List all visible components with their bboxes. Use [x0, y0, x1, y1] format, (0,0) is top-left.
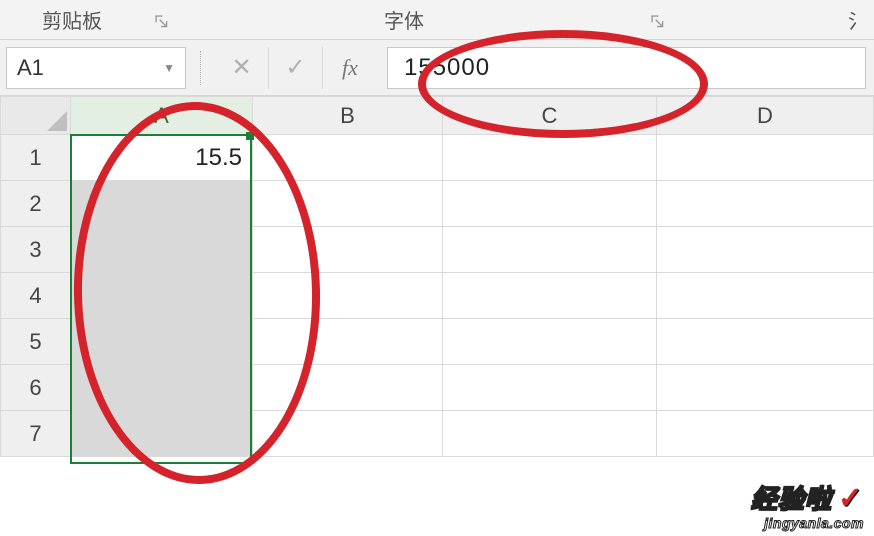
check-icon: ✓ — [285, 53, 305, 82]
cell-B6[interactable] — [253, 365, 443, 411]
row-header-2[interactable]: 2 — [1, 181, 71, 227]
cell-A5[interactable] — [71, 319, 253, 365]
row-header-3[interactable]: 3 — [1, 227, 71, 273]
cell-D2[interactable] — [657, 181, 874, 227]
cell-B7[interactable] — [253, 411, 443, 457]
cell-D7[interactable] — [657, 411, 874, 457]
cell-B2[interactable] — [253, 181, 443, 227]
clipboard-launcher-icon[interactable] — [152, 12, 170, 30]
cell-A2[interactable] — [71, 181, 253, 227]
cell-B1[interactable] — [253, 135, 443, 181]
cell-A1[interactable]: 15.5 — [71, 135, 253, 181]
cell-A4[interactable] — [71, 273, 253, 319]
name-box-value: A1 — [17, 55, 44, 81]
cell-C7[interactable] — [443, 411, 657, 457]
row-header-5[interactable]: 5 — [1, 319, 71, 365]
separator — [200, 51, 201, 85]
cell-A3[interactable] — [71, 227, 253, 273]
row-header-7[interactable]: 7 — [1, 411, 71, 457]
fx-icon: fx — [342, 55, 358, 81]
column-header-A[interactable]: A — [71, 97, 253, 135]
cell-D5[interactable] — [657, 319, 874, 365]
font-group-label: 字体 — [384, 5, 424, 34]
ribbon-group-labels: 剪贴板 字体 氵 — [0, 0, 874, 40]
spreadsheet-grid[interactable]: A B C D 1 15.5 2 3 4 — [0, 96, 874, 536]
cell-B3[interactable] — [253, 227, 443, 273]
cell-D4[interactable] — [657, 273, 874, 319]
clipboard-group-label: 剪贴板 — [42, 5, 102, 34]
cell-D3[interactable] — [657, 227, 874, 273]
cell-C5[interactable] — [443, 319, 657, 365]
cell-C6[interactable] — [443, 365, 657, 411]
formula-bar: A1 ▼ ✕ ✓ fx 155000 — [0, 40, 874, 96]
accept-button[interactable]: ✓ — [269, 47, 323, 89]
cell-D6[interactable] — [657, 365, 874, 411]
formula-value: 155000 — [404, 54, 490, 82]
name-box[interactable]: A1 ▼ — [6, 47, 186, 89]
column-header-B[interactable]: B — [253, 97, 443, 135]
truncated-group-label: 氵 — [848, 5, 868, 34]
font-launcher-icon[interactable] — [648, 12, 666, 30]
cell-C3[interactable] — [443, 227, 657, 273]
column-header-C[interactable]: C — [443, 97, 657, 135]
row-header-1[interactable]: 1 — [1, 135, 71, 181]
cell-B5[interactable] — [253, 319, 443, 365]
cell-C1[interactable] — [443, 135, 657, 181]
cell-C4[interactable] — [443, 273, 657, 319]
cell-A6[interactable] — [71, 365, 253, 411]
close-icon: ✕ — [231, 53, 251, 82]
cell-C2[interactable] — [443, 181, 657, 227]
column-header-D[interactable]: D — [657, 97, 874, 135]
formula-input[interactable]: 155000 — [387, 47, 866, 89]
cell-B4[interactable] — [253, 273, 443, 319]
insert-function-button[interactable]: fx — [323, 47, 377, 89]
row-header-4[interactable]: 4 — [1, 273, 71, 319]
row-header-6[interactable]: 6 — [1, 365, 71, 411]
cell-A7[interactable] — [71, 411, 253, 457]
cancel-button[interactable]: ✕ — [215, 47, 269, 89]
select-all-corner[interactable] — [1, 97, 71, 135]
cell-D1[interactable] — [657, 135, 874, 181]
chevron-down-icon[interactable]: ▼ — [163, 61, 175, 75]
